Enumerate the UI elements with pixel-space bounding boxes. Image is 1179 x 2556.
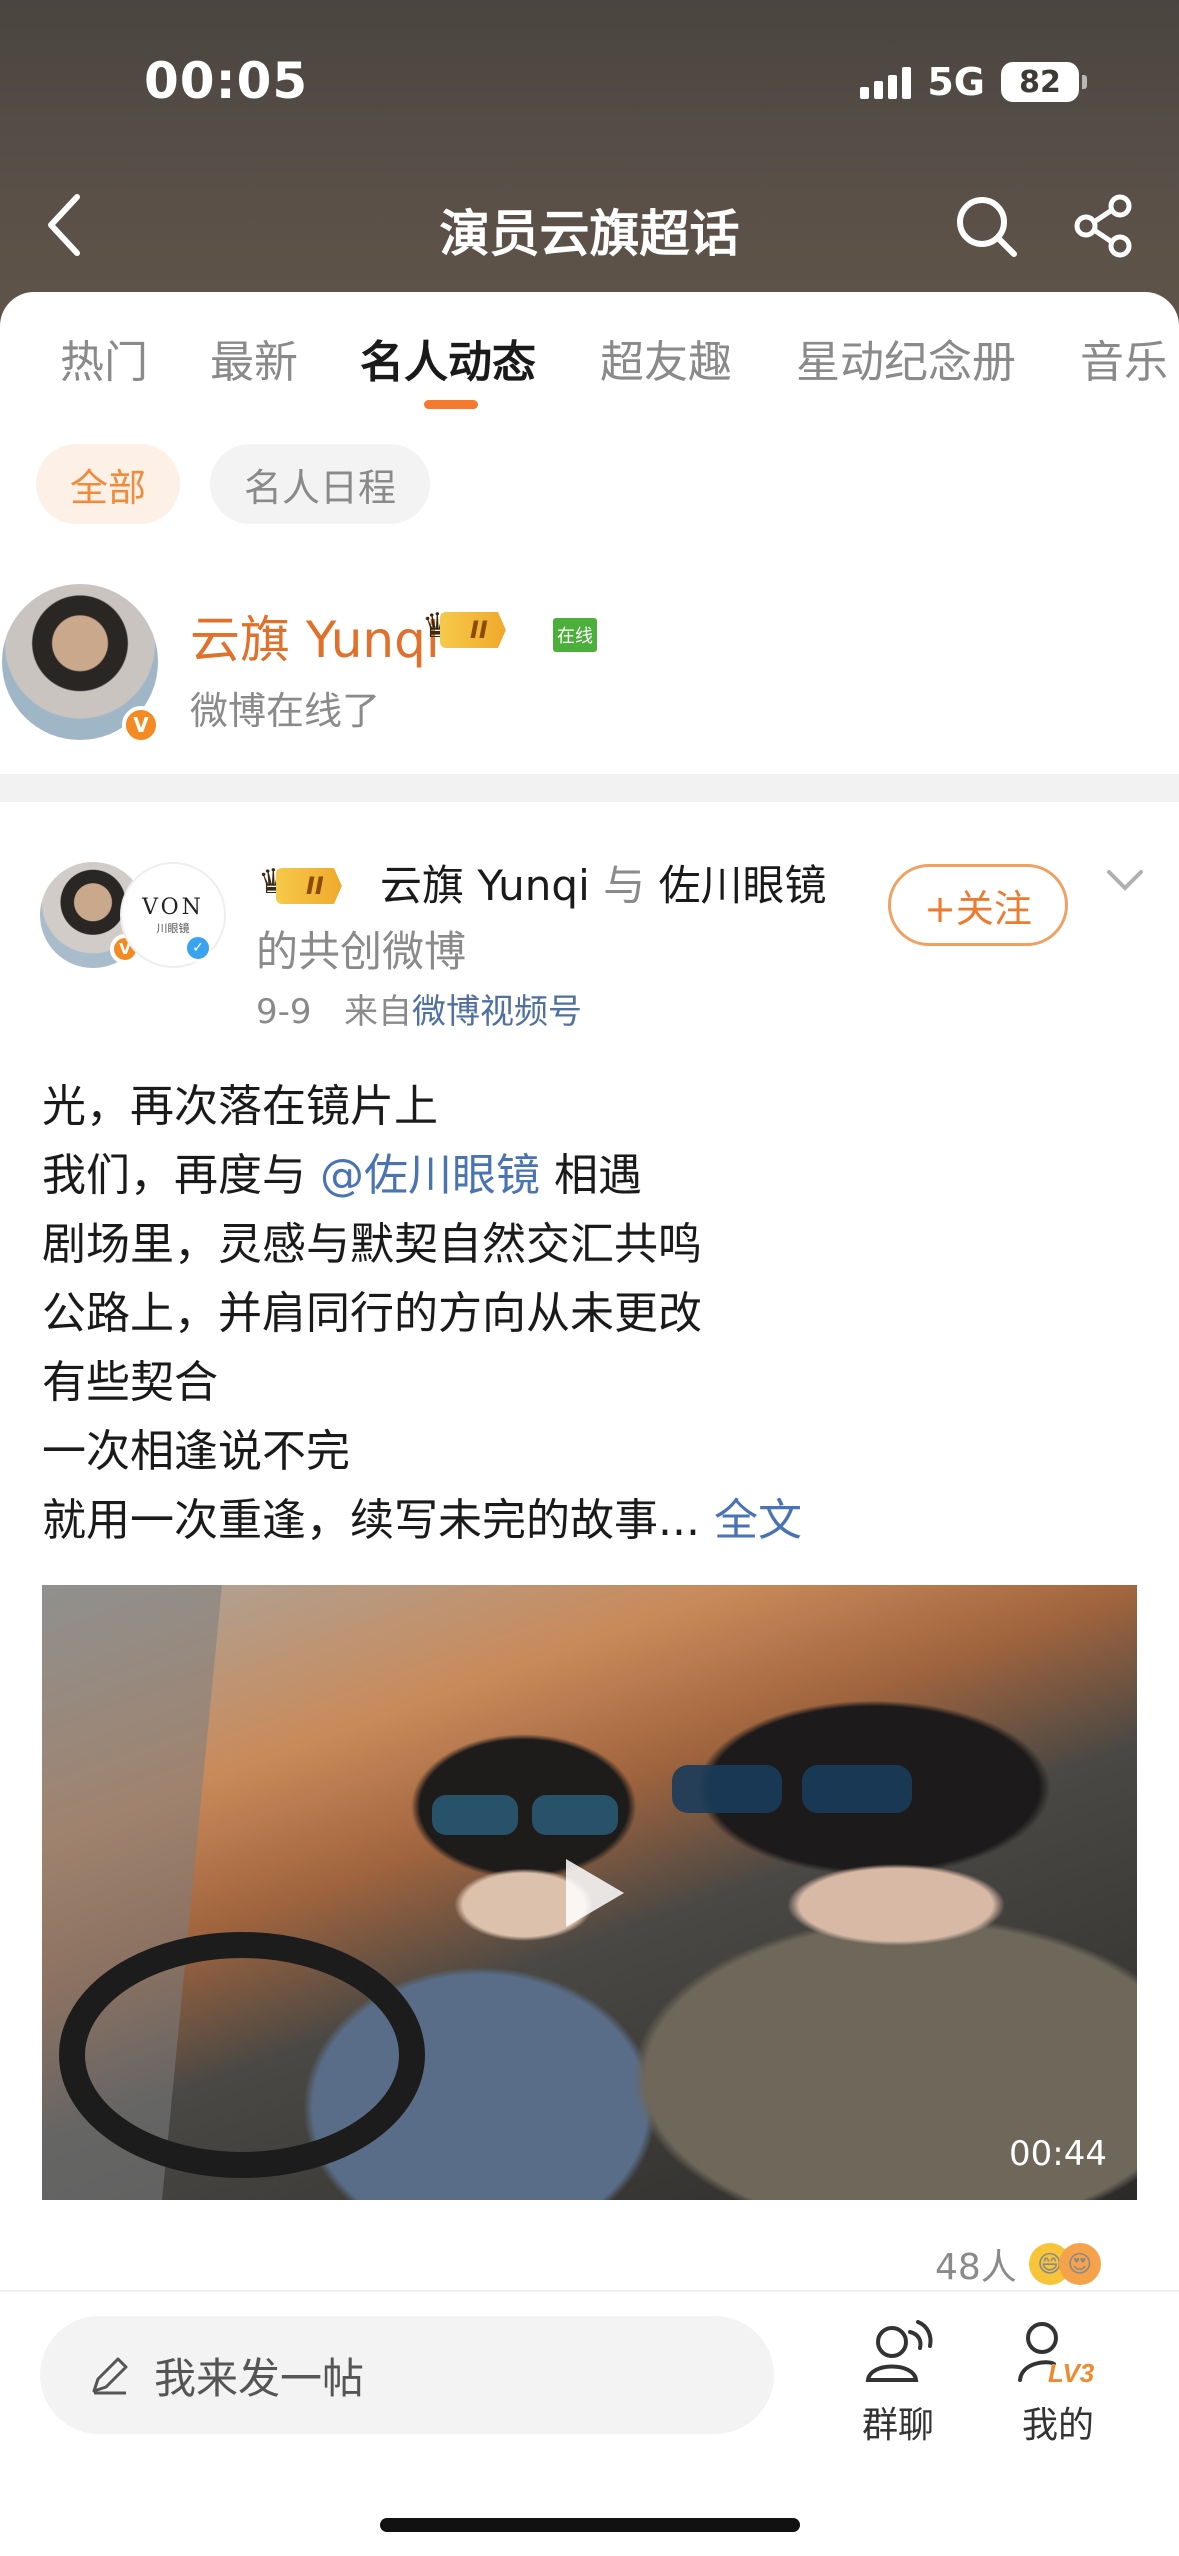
tab-album[interactable]: 星动纪念册 — [796, 326, 1016, 390]
tab-music[interactable]: 音乐 — [1080, 326, 1168, 390]
battery-icon: 82 — [1001, 62, 1087, 102]
post-level-badge: ♛ II — [258, 862, 342, 904]
post-type: 的共创微博 — [256, 927, 467, 976]
filter-all[interactable]: 全部 — [36, 444, 181, 524]
level-badge: ♛ II — [422, 606, 506, 648]
home-indicator — [380, 2518, 800, 2532]
connector: 与 — [603, 861, 646, 910]
search-button[interactable] — [950, 190, 1022, 262]
top-header: 00:05 5G 82 演员云旗超话 — [0, 0, 1179, 330]
brand-logo-sub: 川眼镜 — [156, 921, 190, 935]
section-divider — [0, 774, 1179, 802]
post-line: 剧场里，灵感与默契自然交汇共鸣 — [42, 1219, 702, 1270]
brand-logo: VON — [142, 894, 204, 920]
status-indicators: 5G 82 — [860, 60, 1087, 104]
post-body: 光，再次落在镜片上 我们，再度与 @佐川眼镜 相遇 剧场里，灵感与默契自然交汇共… — [42, 1072, 802, 1555]
active-tab-indicator — [424, 400, 478, 409]
status-time: 00:05 — [144, 52, 309, 110]
level-badge-text: II — [440, 612, 506, 648]
reactions-row[interactable]: 48人 😄 😍 — [935, 2238, 1101, 2290]
nav-group-chat[interactable]: 群聊 — [828, 2312, 968, 2448]
post-date: 9-9 — [256, 992, 312, 1032]
level-text: LV3 — [1048, 2358, 1095, 2388]
author-name[interactable]: 云旗 Yunqi — [380, 861, 590, 910]
post-line-text: 相遇 — [540, 1150, 642, 1201]
post-authors: 云旗 Yunqi 与 佐川眼镜 — [380, 852, 827, 913]
compose-input[interactable]: 我来发一帖 — [40, 2316, 774, 2434]
video-player[interactable]: 00:44 — [42, 1585, 1137, 2200]
video-duration: 00:44 — [1009, 2134, 1107, 2174]
blue-verified-icon: ✓ — [184, 934, 212, 962]
post-line: 光，再次落在镜片上 — [42, 1081, 438, 1132]
pencil-icon — [92, 2357, 128, 2395]
signal-icon — [860, 65, 912, 99]
post-meta: 9-9 来自微博视频号 — [256, 984, 582, 1033]
reaction-count: 48人 — [935, 2247, 1017, 2288]
follow-button[interactable]: +关注 — [888, 864, 1068, 946]
play-icon[interactable] — [552, 1853, 632, 1933]
level-badge-text: II — [276, 868, 342, 904]
share-button[interactable] — [1068, 190, 1140, 262]
battery-level: 82 — [1019, 64, 1061, 100]
nav-label: 我的 — [1021, 2405, 1094, 2446]
heart-eyes-emoji-icon: 😍 — [1058, 2243, 1101, 2285]
tab-celebrity-news[interactable]: 名人动态 — [360, 326, 536, 390]
post-line: 我们，再度与 @佐川眼镜 相遇 — [42, 1141, 802, 1210]
post-source[interactable]: 微博视频号 — [412, 992, 582, 1032]
compose-placeholder: 我来发一帖 — [154, 2353, 365, 2403]
read-more-link[interactable]: 全文 — [700, 1495, 802, 1546]
online-subtitle: 微博在线了 — [190, 689, 381, 733]
post-line-text: 我们，再度与 — [42, 1150, 320, 1201]
post-line: 公路上，并肩同行的方向从未更改 — [42, 1288, 702, 1339]
share-icon — [1074, 194, 1132, 258]
online-tag: 在线 — [553, 618, 597, 652]
user-level-icon: LV3 — [1018, 2322, 1095, 2388]
post-line: 有些契合 — [42, 1357, 218, 1408]
source-prefix: 来自 — [343, 992, 412, 1032]
post-line: 就用一次重逢，续写未完的故事... 全文 — [42, 1486, 802, 1555]
tab-bar: 热门 最新 名人动态 超友趣 星动纪念册 音乐 — [0, 292, 1179, 422]
nav-label: 群聊 — [861, 2405, 934, 2446]
group-chat-icon — [865, 2320, 933, 2382]
post-menu-button[interactable] — [1100, 860, 1150, 900]
tab-fun[interactable]: 超友趣 — [600, 326, 732, 390]
verified-v-icon: V — [122, 706, 160, 744]
post-line: 一次相逢说不完 — [42, 1426, 350, 1477]
coauthor-name[interactable]: 佐川眼镜 — [659, 861, 827, 910]
nav-mine[interactable]: LV3 我的 — [988, 2312, 1128, 2448]
mention-link[interactable]: @佐川眼镜 — [320, 1150, 540, 1201]
celebrity-name[interactable]: 云旗 Yunqi — [190, 600, 440, 672]
search-icon — [957, 197, 1017, 257]
network-type: 5G — [927, 60, 985, 104]
post-line-text: 就用一次重逢，续写未完的故事... — [42, 1495, 700, 1546]
tab-latest[interactable]: 最新 — [210, 326, 298, 390]
tab-hot[interactable]: 热门 — [60, 326, 148, 390]
chevron-down-icon — [1107, 870, 1143, 891]
filter-schedule[interactable]: 名人日程 — [210, 444, 431, 524]
